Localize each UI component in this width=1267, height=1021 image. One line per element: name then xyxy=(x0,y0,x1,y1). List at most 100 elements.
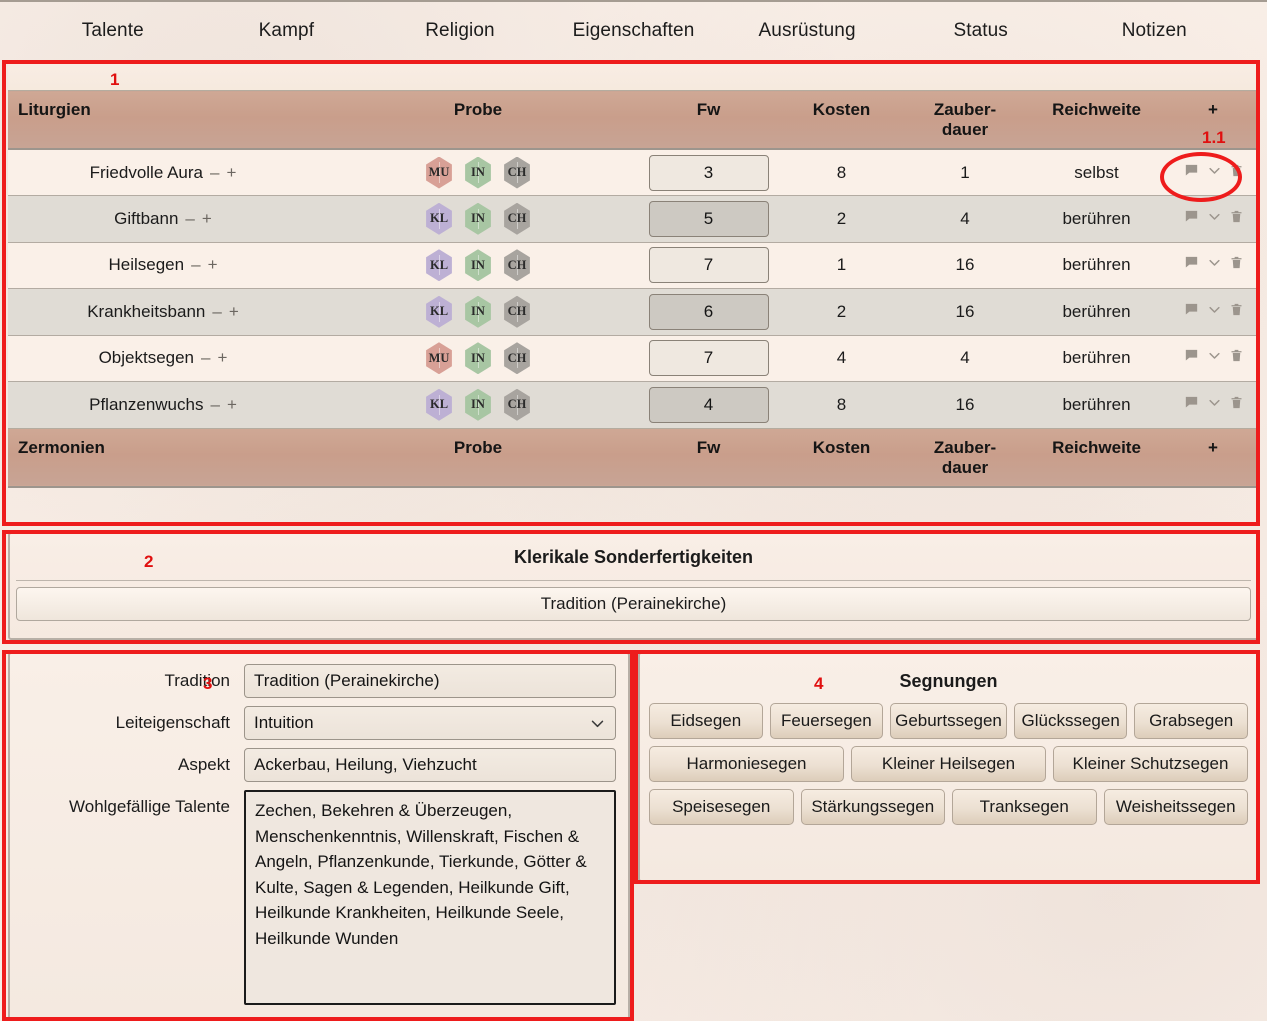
chevron-down-icon[interactable] xyxy=(1207,255,1222,275)
chevron-down-icon[interactable] xyxy=(1207,348,1222,368)
trash-icon[interactable] xyxy=(1229,301,1244,323)
label-aspekt: Aspekt xyxy=(178,755,230,774)
col-fw: Fw xyxy=(638,90,779,150)
add-liturgy-button[interactable]: + xyxy=(1167,90,1259,150)
attribute-die-kl[interactable]: KL xyxy=(426,388,452,421)
leiteigenschaft-select[interactable] xyxy=(244,706,616,740)
nav-item-status[interactable]: Status xyxy=(894,20,1068,42)
increase-fw-button[interactable]: + xyxy=(226,163,236,182)
decrease-fw-button[interactable]: – xyxy=(201,348,210,367)
blessing-button-tranksegen[interactable]: Tranksegen xyxy=(952,789,1097,825)
attribute-die-mu[interactable]: MU xyxy=(426,342,452,375)
attribute-die-in[interactable]: IN xyxy=(465,388,491,421)
col-probe-cer: Probe xyxy=(318,427,638,488)
increase-fw-button[interactable]: + xyxy=(229,302,239,321)
blessing-button-weisheitssegen[interactable]: Weisheitssegen xyxy=(1103,789,1248,825)
fw-input[interactable]: 7 xyxy=(648,340,769,377)
liturgies-section: Liturgien Probe Fw Kosten Zauber- dauer … xyxy=(8,62,1259,522)
trash-icon[interactable] xyxy=(1229,347,1244,369)
comment-icon[interactable] xyxy=(1183,208,1200,230)
attribute-die-ch[interactable]: CH xyxy=(504,342,530,375)
blessing-button-strkungssegen[interactable]: Stärkungssegen xyxy=(800,789,945,825)
chevron-down-icon[interactable] xyxy=(1207,163,1222,183)
fw-input[interactable]: 5 xyxy=(648,200,769,237)
comment-icon[interactable] xyxy=(1183,301,1200,323)
aspekt-input[interactable] xyxy=(244,748,616,782)
comment-icon[interactable] xyxy=(1183,394,1200,416)
increase-fw-button[interactable]: + xyxy=(227,395,237,414)
decrease-fw-button[interactable]: – xyxy=(212,302,221,321)
decrease-fw-button[interactable]: – xyxy=(210,163,219,182)
nav-item-eigenschaften[interactable]: Eigenschaften xyxy=(547,20,721,42)
fw-input[interactable]: 3 xyxy=(648,154,769,191)
attribute-die-in[interactable]: IN xyxy=(465,249,491,282)
comment-icon[interactable] xyxy=(1183,347,1200,369)
trash-icon[interactable] xyxy=(1229,254,1244,276)
decrease-fw-button[interactable]: – xyxy=(191,255,200,274)
nav-item-ausrstung[interactable]: Ausrüstung xyxy=(720,20,894,42)
ceremonies-table: Zermonien Probe Fw Kosten Zauber- dauer … xyxy=(8,427,1259,488)
attribute-die-label: CH xyxy=(507,304,527,319)
attribute-die-label: IN xyxy=(471,304,485,319)
chevron-down-icon[interactable] xyxy=(1207,395,1222,415)
attribute-die-kl[interactable]: KL xyxy=(426,295,452,328)
attribute-die-in[interactable]: IN xyxy=(465,156,491,189)
decrease-fw-button[interactable]: – xyxy=(210,395,219,414)
blessing-button-harmoniesegen[interactable]: Harmoniesegen xyxy=(649,746,844,782)
chevron-down-icon[interactable] xyxy=(1207,302,1222,322)
add-ceremony-button[interactable]: + xyxy=(1167,427,1259,488)
attribute-die-ch[interactable]: CH xyxy=(504,202,530,235)
blessing-button-eidsegen[interactable]: Eidsegen xyxy=(649,703,763,739)
tradition-input[interactable] xyxy=(244,664,616,698)
increase-fw-button[interactable]: + xyxy=(217,348,227,367)
blessing-button-grabsegen[interactable]: Grabsegen xyxy=(1134,703,1248,739)
attribute-die-ch[interactable]: CH xyxy=(504,295,530,328)
increase-fw-button[interactable]: + xyxy=(202,209,212,228)
fw-input[interactable]: 4 xyxy=(648,386,769,423)
attribute-die-label: CH xyxy=(507,257,527,272)
attribute-die-label: CH xyxy=(507,165,527,179)
attribute-die-ch[interactable]: CH xyxy=(504,388,530,421)
trash-icon[interactable] xyxy=(1229,208,1244,230)
special-ability-tradition[interactable]: Tradition (Perainekirche) xyxy=(16,587,1251,621)
wohlgefaellige-talente-textarea[interactable] xyxy=(244,790,616,1005)
nav-item-kampf[interactable]: Kampf xyxy=(200,20,374,42)
increase-fw-button[interactable]: + xyxy=(208,255,218,274)
col-probe: Probe xyxy=(318,90,638,150)
trash-icon[interactable] xyxy=(1229,394,1244,416)
attribute-die-mu[interactable]: MU xyxy=(426,156,452,189)
fw-input[interactable]: 7 xyxy=(648,247,769,284)
blessing-button-speisesegen[interactable]: Speisesegen xyxy=(649,789,794,825)
attribute-die-ch[interactable]: CH xyxy=(504,249,530,282)
attribute-die-ch[interactable]: CH xyxy=(504,156,530,189)
nav-item-religion[interactable]: Religion xyxy=(373,20,547,42)
trash-icon[interactable] xyxy=(1229,162,1244,184)
row-actions-cell xyxy=(1167,381,1259,429)
special-abilities-title: Klerikale Sonderfertigkeiten xyxy=(16,540,1251,581)
attribute-die-kl[interactable]: KL xyxy=(426,249,452,282)
table-row: Pflanzenwuchs – + KL IN CH 4 8 16 berühren xyxy=(8,381,1259,429)
table-row: Objektsegen – + MU IN CH 7 4 4 berühren xyxy=(8,335,1259,382)
blessing-button-kleinerschutzsegen[interactable]: Kleiner Schutzsegen xyxy=(1053,746,1248,782)
liturgy-name: Krankheitsbann xyxy=(87,301,206,321)
blessings-section: Segnungen Eidsegen Feuersegen Geburtssegen… xyxy=(638,652,1259,882)
col-kosten-cer: Kosten xyxy=(779,427,904,488)
chevron-down-icon[interactable] xyxy=(1207,209,1222,229)
attribute-die-kl[interactable]: KL xyxy=(426,202,452,235)
comment-icon[interactable] xyxy=(1183,254,1200,276)
comment-icon[interactable] xyxy=(1183,162,1200,184)
nav-item-notizen[interactable]: Notizen xyxy=(1067,20,1241,42)
decrease-fw-button[interactable]: – xyxy=(185,209,194,228)
blessing-button-glckssegen[interactable]: Glückssegen xyxy=(1013,703,1128,739)
attribute-die-in[interactable]: IN xyxy=(465,295,491,328)
fw-cell: 5 xyxy=(638,195,779,243)
liturgy-name-cell: Friedvolle Aura – + xyxy=(8,149,318,196)
row-actions-cell xyxy=(1167,288,1259,336)
blessing-button-kleinerheilsegen[interactable]: Kleiner Heilsegen xyxy=(851,746,1046,782)
attribute-die-in[interactable]: IN xyxy=(465,202,491,235)
blessing-button-geburtssegen[interactable]: Geburtssegen xyxy=(890,703,1007,739)
fw-input[interactable]: 6 xyxy=(648,293,769,330)
nav-item-talente[interactable]: Talente xyxy=(26,20,200,42)
attribute-die-in[interactable]: IN xyxy=(465,342,491,375)
blessing-button-feuersegen[interactable]: Feuersegen xyxy=(769,703,884,739)
